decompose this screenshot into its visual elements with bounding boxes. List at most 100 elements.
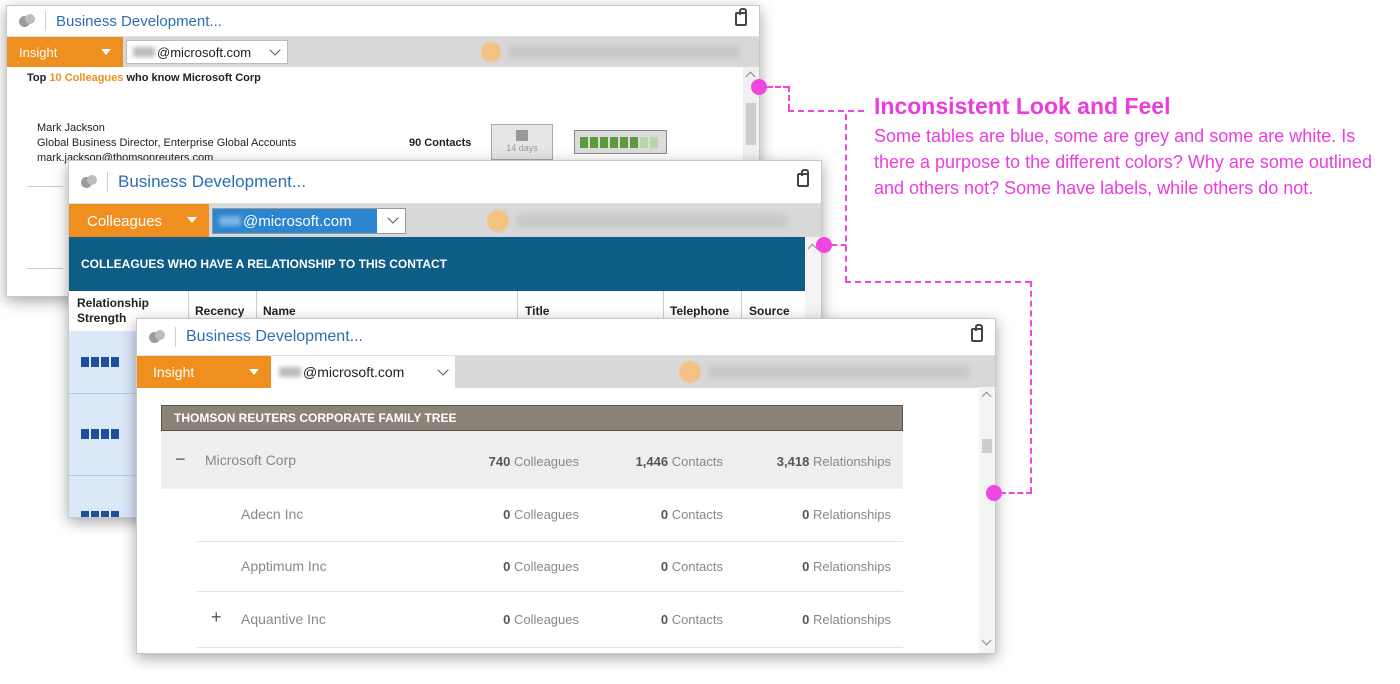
annotation-connector bbox=[832, 244, 846, 246]
expand-icon[interactable]: + bbox=[211, 607, 222, 628]
brand-circle-icon bbox=[481, 42, 501, 62]
colleagues-number: 740 bbox=[488, 454, 511, 469]
annotation-connector bbox=[845, 114, 847, 282]
annotation-connector bbox=[788, 86, 790, 110]
callout-body: Some tables are blue, some are grey and … bbox=[874, 126, 1372, 198]
scrollbar[interactable] bbox=[979, 387, 995, 653]
brand-text-blurred bbox=[709, 366, 969, 378]
contacts-count: 0 Contacts bbox=[661, 612, 723, 627]
scroll-down-icon[interactable] bbox=[981, 635, 992, 646]
colleagues-number: 0 bbox=[503, 559, 511, 574]
email-select[interactable]: @microsoft.com bbox=[126, 40, 288, 64]
title-bar: Business Development... bbox=[137, 319, 995, 356]
annotation-marker bbox=[986, 485, 1002, 501]
chevron-down-icon bbox=[269, 44, 281, 56]
bag-icon[interactable] bbox=[797, 169, 809, 187]
company-name[interactable]: Aquantive Inc bbox=[241, 611, 326, 627]
contacts-number: 0 bbox=[660, 612, 669, 627]
annotation-connector bbox=[1030, 281, 1032, 493]
brand-text-blurred bbox=[509, 46, 739, 58]
brand-logo bbox=[679, 361, 969, 383]
strength-seg bbox=[630, 136, 638, 148]
title-bar: Business Development... bbox=[7, 6, 759, 37]
relationships-label: Relationships bbox=[812, 612, 891, 627]
contacts-count: 0 Contacts bbox=[661, 559, 723, 574]
brand-logo bbox=[487, 210, 787, 232]
email-value: @microsoft.com bbox=[243, 212, 352, 230]
contacts-count: 1,446 Contacts bbox=[636, 454, 723, 469]
colleagues-count: 0 Colleagues bbox=[503, 612, 579, 627]
column-header[interactable]: Title bbox=[525, 304, 549, 318]
company-name[interactable]: Microsoft Corp bbox=[205, 452, 296, 468]
brand-logo bbox=[481, 42, 739, 62]
strength-bar bbox=[81, 511, 121, 517]
heading-prefix: Top bbox=[27, 72, 50, 84]
colleagues-count: 0 Colleagues bbox=[503, 507, 579, 522]
heading-highlight: 10 Colleagues bbox=[49, 72, 124, 84]
strength-seg bbox=[600, 136, 608, 148]
annotation-connector bbox=[788, 110, 864, 112]
column-header[interactable]: Recency bbox=[195, 304, 244, 318]
email-select[interactable]: @microsoft.com bbox=[271, 356, 455, 388]
app-logo-icon bbox=[81, 175, 99, 189]
contacts-label: Contacts bbox=[671, 454, 723, 469]
callout-title: Inconsistent Look and Feel bbox=[874, 93, 1171, 119]
view-dropdown[interactable]: Insight bbox=[137, 356, 271, 388]
relationships-number: 0 bbox=[802, 559, 810, 574]
redacted-text bbox=[279, 367, 301, 377]
relationships-number: 3,418 bbox=[776, 454, 810, 469]
row-divider bbox=[27, 186, 63, 187]
family-tree-window: Business Development... Insight @microso… bbox=[136, 318, 996, 654]
email-value: @microsoft.com bbox=[303, 364, 405, 380]
contacts-count: 90 Contacts bbox=[409, 137, 472, 149]
recency-label: 14 days bbox=[506, 143, 538, 153]
relationships-label: Relationships bbox=[812, 507, 891, 522]
column-header[interactable]: Telephone bbox=[670, 304, 729, 318]
heading-suffix: who know Microsoft Corp bbox=[123, 72, 261, 84]
strength-seg bbox=[620, 136, 628, 148]
column-header[interactable]: Source bbox=[749, 304, 790, 318]
view-dropdown[interactable]: Colleagues bbox=[69, 204, 209, 238]
brand-circle-icon bbox=[487, 210, 509, 232]
view-dropdown[interactable]: Insight bbox=[7, 37, 123, 67]
annotation-connector bbox=[1000, 492, 1032, 494]
view-dropdown-label: Insight bbox=[19, 44, 58, 60]
contacts-label: Contacts bbox=[671, 612, 723, 627]
row-divider bbox=[27, 268, 63, 269]
strength-seg bbox=[580, 136, 588, 148]
bag-icon[interactable] bbox=[971, 324, 983, 342]
tree-row-child[interactable]: Adecn Inc 0 Colleagues 0 Contacts 0 Rela… bbox=[197, 489, 903, 542]
relationships-count: 0 Relationships bbox=[802, 507, 891, 522]
column-header[interactable]: Name bbox=[263, 304, 296, 318]
relationships-number: 0 bbox=[802, 612, 810, 627]
toolbar: Colleagues @microsoft.com bbox=[69, 204, 821, 238]
email-value: @microsoft.com bbox=[157, 44, 252, 60]
relationships-count: 0 Relationships bbox=[802, 559, 891, 574]
company-name[interactable]: Adecn Inc bbox=[241, 506, 303, 522]
tree-row-child[interactable]: Apptimum Inc 0 Colleagues 0 Contacts 0 R… bbox=[197, 541, 903, 592]
company-name[interactable]: Apptimum Inc bbox=[241, 558, 327, 574]
tree-row-parent[interactable]: − Microsoft Corp 740 Colleagues 1,446 Co… bbox=[161, 431, 903, 489]
scroll-thumb[interactable] bbox=[982, 439, 992, 453]
banner-text: COLLEAGUES WHO HAVE A RELATIONSHIP TO TH… bbox=[81, 257, 448, 271]
tree-row-child[interactable]: + Aquantive Inc 0 Colleagues 0 Contacts … bbox=[197, 591, 903, 648]
relationships-number: 0 bbox=[802, 507, 810, 522]
collapse-icon[interactable]: − bbox=[175, 449, 186, 470]
toolbar: Insight @microsoft.com bbox=[7, 37, 759, 67]
app-title: Business Development... bbox=[56, 12, 222, 30]
redacted-text bbox=[133, 47, 155, 57]
relationship-banner: COLLEAGUES WHO HAVE A RELATIONSHIP TO TH… bbox=[69, 237, 805, 291]
app-logo-icon bbox=[19, 14, 37, 28]
colleagues-label: Colleagues bbox=[513, 612, 579, 627]
email-select[interactable]: @microsoft.com bbox=[212, 208, 406, 234]
scroll-up-icon[interactable] bbox=[981, 391, 992, 402]
scroll-thumb[interactable] bbox=[746, 103, 756, 145]
view-dropdown-label: Insight bbox=[153, 364, 195, 380]
caret-down-icon bbox=[187, 217, 197, 223]
contacts-number: 0 bbox=[660, 507, 669, 522]
annotation-connector bbox=[767, 86, 789, 88]
divider bbox=[107, 172, 108, 192]
title-bar: Business Development... bbox=[69, 161, 821, 204]
bag-icon[interactable] bbox=[735, 8, 747, 26]
colleague-name: Mark Jackson bbox=[37, 122, 105, 134]
